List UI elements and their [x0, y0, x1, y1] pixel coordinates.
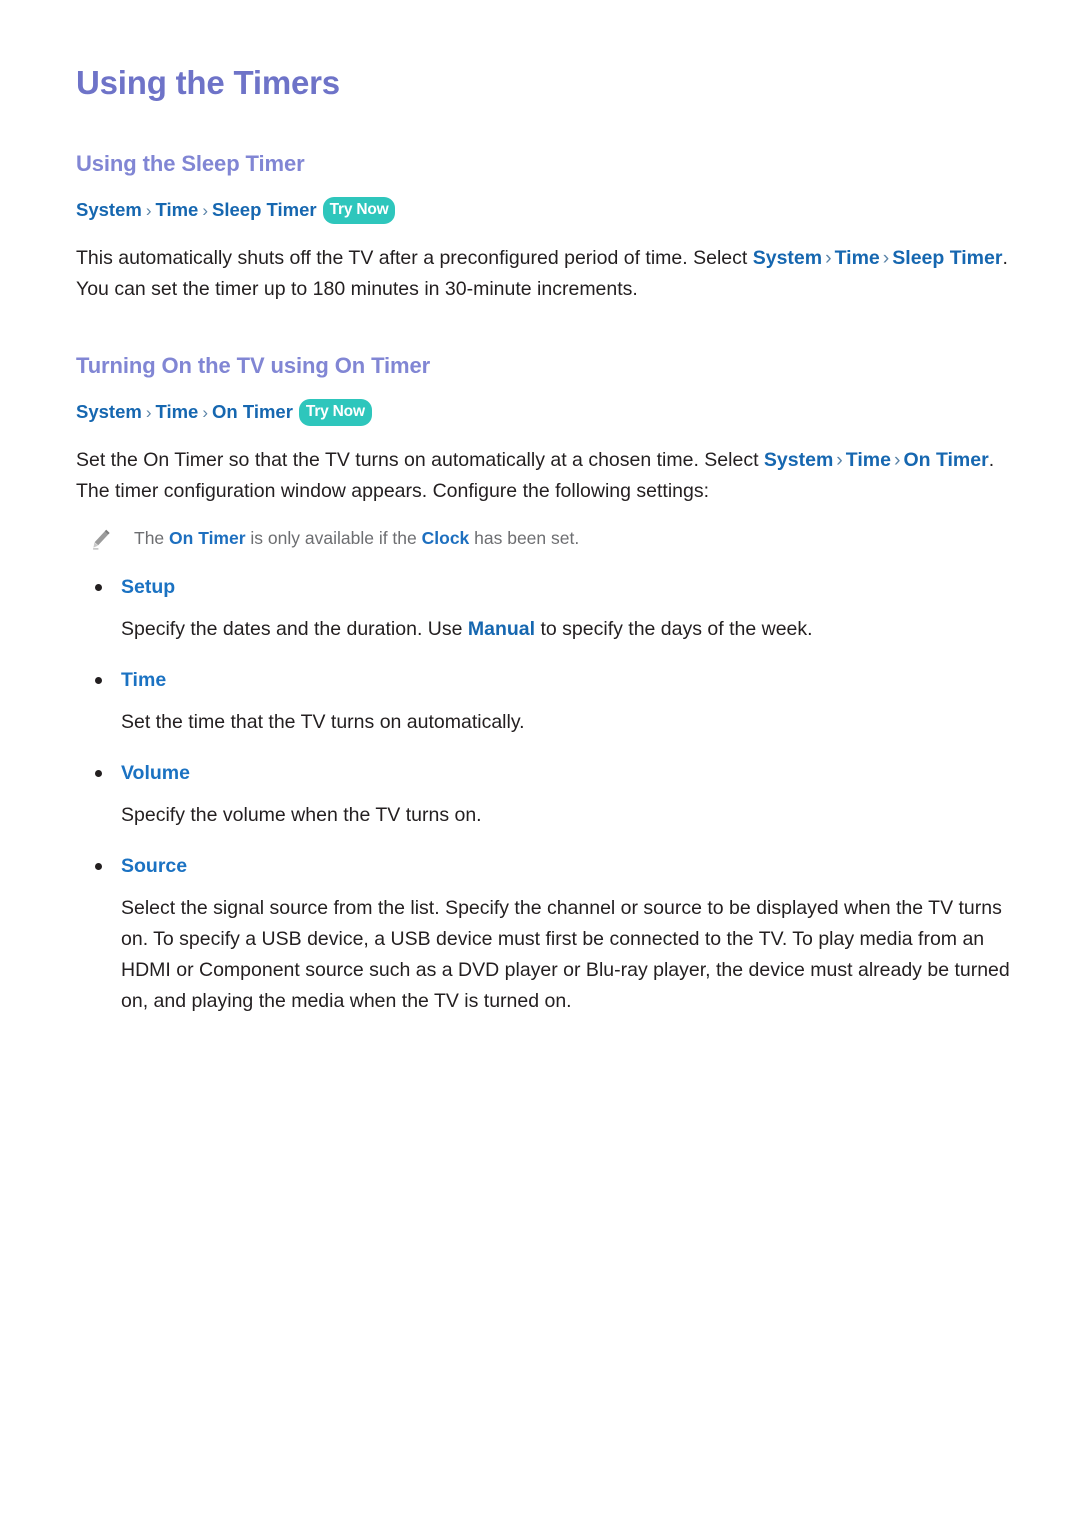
chevron-right-icon: ›: [202, 403, 209, 423]
section-heading-on-timer: Turning On the TV using On Timer: [76, 352, 431, 378]
inline-keyword-on-timer[interactable]: On Timer: [169, 528, 246, 548]
bullet-description-source: Select the signal source from the list. …: [76, 879, 1016, 1017]
bullet-description-setup: Specify the dates and the duration. Use …: [76, 600, 1016, 645]
breadcrumb-on-timer: System › Time › On Timer Try Now: [76, 379, 1016, 428]
breadcrumb-item-system[interactable]: System: [76, 401, 142, 422]
note-text-part: is only available if the: [245, 527, 422, 548]
note-text-part: The: [134, 527, 170, 548]
list-item: Time Set the time that the TV turns on a…: [76, 645, 1016, 738]
list-item: Volume Specify the volume when the TV tu…: [76, 738, 1016, 831]
inline-keyword-sleep-timer[interactable]: Sleep Timer: [892, 247, 1002, 269]
breadcrumb-sleep-timer: System › Time › Sleep Timer Try Now: [76, 177, 1016, 226]
inline-keyword-time[interactable]: Time: [835, 247, 880, 269]
breadcrumb-item-sleep-timer[interactable]: Sleep Timer: [212, 199, 317, 220]
breadcrumb-item-time[interactable]: Time: [156, 401, 199, 422]
try-now-badge-on-timer[interactable]: Try Now: [298, 399, 372, 426]
description-text: Specify the dates and the duration. Use: [121, 617, 468, 640]
inline-keyword-on-timer[interactable]: On Timer: [903, 449, 988, 471]
bullet-dot-icon: [95, 676, 102, 684]
paragraph-text: This automatically shuts off the TV afte…: [76, 246, 753, 269]
paragraph-on-timer: Set the On Timer so that the TV turns on…: [76, 428, 1016, 507]
note-row: The On Timer is only available if the Cl…: [76, 507, 1016, 552]
bullet-label-setup[interactable]: Setup: [76, 574, 1016, 600]
note-text: The On Timer is only available if the Cl…: [134, 525, 579, 551]
note-text-part: has been set.: [469, 527, 580, 548]
bullet-dot-icon: [95, 862, 102, 870]
inline-keyword-clock[interactable]: Clock: [422, 528, 470, 548]
description-text: Specify the volume when the TV turns on.: [121, 803, 482, 826]
page-title: Using the Timers: [76, 64, 340, 101]
chevron-right-icon: ›: [145, 403, 152, 423]
document-content: Using the Timers Using the Sleep Timer S…: [60, 0, 1020, 1017]
bullet-label-source[interactable]: Source: [76, 853, 1016, 879]
chevron-right-icon: ›: [825, 246, 832, 269]
description-text: Select the signal source from the list. …: [121, 896, 1010, 1012]
chevron-right-icon: ›: [882, 246, 890, 269]
try-now-badge-sleep-timer[interactable]: Try Now: [322, 197, 396, 224]
bullet-label-text: Volume: [121, 761, 190, 784]
paragraph-text: Set the On Timer so that the TV turns on…: [76, 448, 764, 471]
description-text: to specify the days of the week.: [535, 617, 813, 640]
inline-keyword-system[interactable]: System: [764, 449, 833, 471]
description-text: Set the time that the TV turns on automa…: [121, 710, 525, 733]
bullet-label-volume[interactable]: Volume: [76, 760, 1016, 786]
breadcrumb-item-time[interactable]: Time: [156, 199, 199, 220]
inline-keyword-system[interactable]: System: [753, 247, 822, 269]
bullet-label-text: Time: [121, 668, 167, 691]
section-heading-sleep-timer: Using the Sleep Timer: [76, 150, 305, 176]
list-item: Source Select the signal source from the…: [76, 831, 1016, 1017]
breadcrumb-item-on-timer[interactable]: On Timer: [212, 401, 293, 422]
chevron-right-icon: ›: [202, 201, 209, 221]
settings-bullet-list: Setup Specify the dates and the duration…: [76, 552, 1016, 1017]
pencil-icon: [90, 528, 112, 552]
bullet-label-text: Source: [121, 854, 188, 877]
bullet-label-time[interactable]: Time: [76, 667, 1016, 693]
paragraph-sleep-timer: This automatically shuts off the TV afte…: [76, 226, 1016, 305]
bullet-description-time: Set the time that the TV turns on automa…: [76, 693, 1016, 738]
chevron-right-icon: ›: [836, 448, 843, 471]
breadcrumb-item-system[interactable]: System: [76, 199, 142, 220]
inline-keyword-manual[interactable]: Manual: [468, 618, 535, 640]
chevron-right-icon: ›: [145, 201, 152, 221]
chevron-right-icon: ›: [893, 448, 901, 471]
inline-keyword-time[interactable]: Time: [846, 449, 891, 471]
list-item: Setup Specify the dates and the duration…: [76, 552, 1016, 645]
bullet-dot-icon: [95, 583, 102, 591]
document-page: Using the Timers Using the Sleep Timer S…: [0, 0, 1080, 1527]
bullet-dot-icon: [95, 769, 102, 777]
bullet-description-volume: Specify the volume when the TV turns on.: [76, 786, 1016, 831]
bullet-label-text: Setup: [121, 575, 176, 598]
